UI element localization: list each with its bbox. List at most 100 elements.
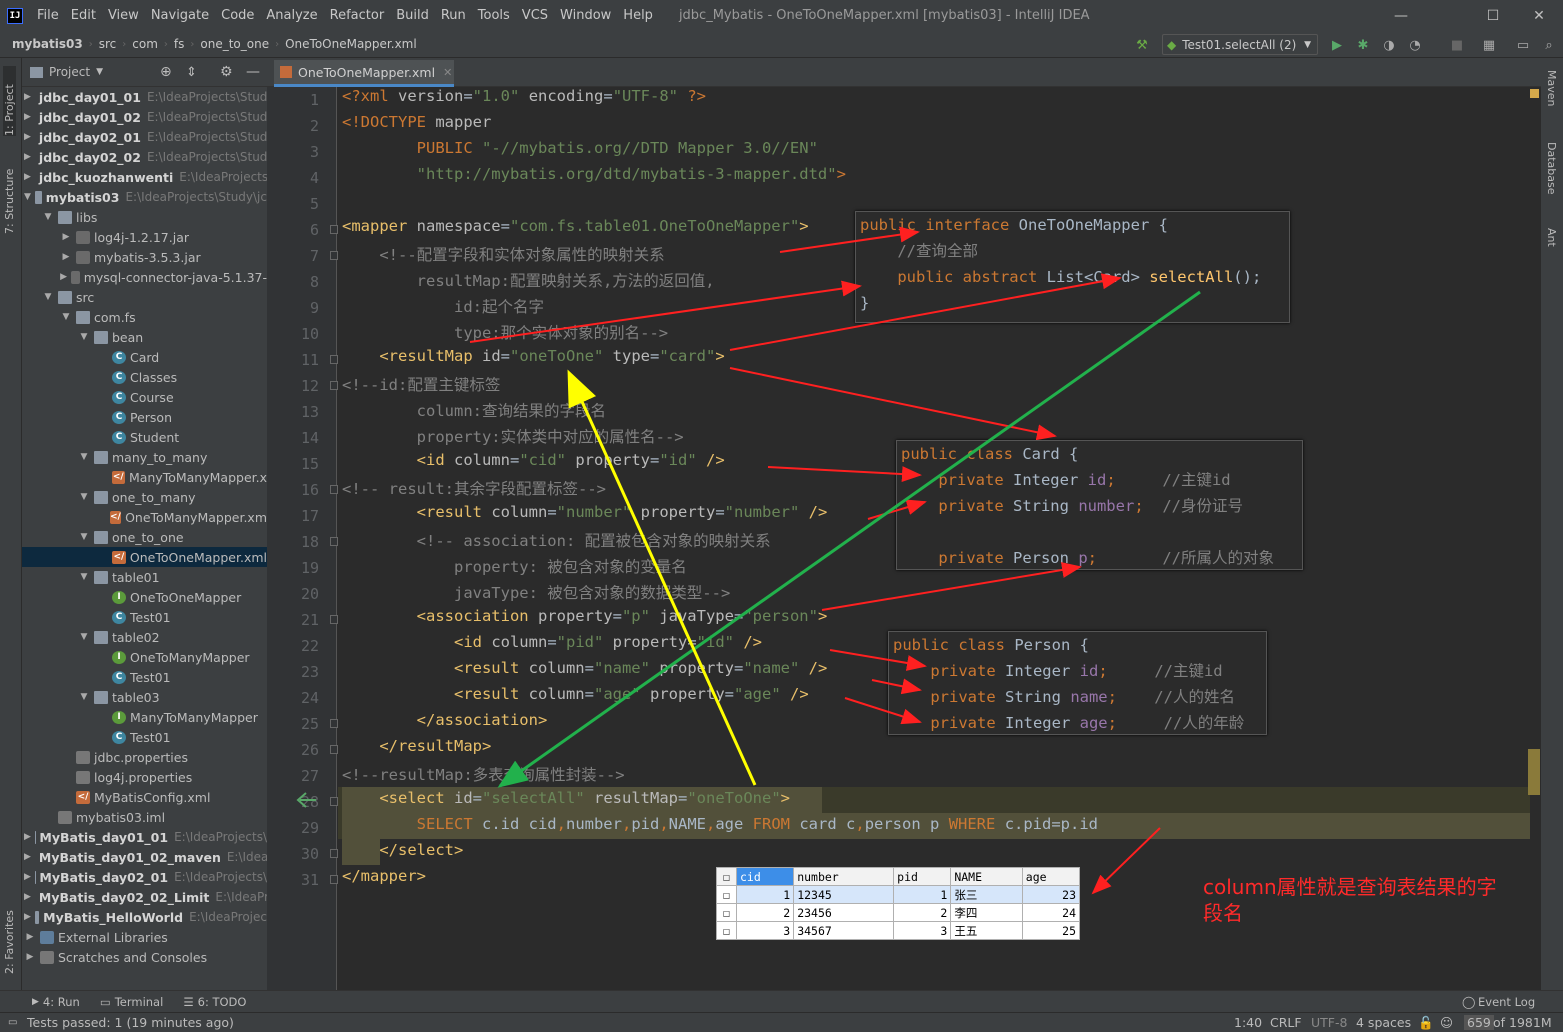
- code-line[interactable]: <?xml version="1.0" encoding="UTF-8" ?>: [342, 87, 706, 113]
- tree-item[interactable]: ▼ mybatis03 E:\IdeaProjects\Study\jc: [22, 187, 267, 207]
- column-header[interactable]: pid: [893, 867, 952, 886]
- code-line[interactable]: property:实体类中对应的属性名-->: [342, 425, 684, 451]
- collapsed-arrow-icon[interactable]: ▶: [24, 952, 36, 962]
- fold-marker-icon[interactable]: [330, 849, 338, 858]
- tree-item[interactable]: I OneToManyMapper: [22, 647, 267, 667]
- fold-marker-icon[interactable]: [330, 251, 338, 260]
- expanded-arrow-icon[interactable]: ▼: [78, 632, 90, 642]
- code-line[interactable]: <id column="pid" property="id" />: [342, 633, 762, 659]
- gear-icon[interactable]: ⚙: [220, 64, 233, 80]
- tool-tab-maven[interactable]: Maven: [1545, 70, 1558, 106]
- tree-item[interactable]: C Test01: [22, 607, 267, 627]
- minimize-icon[interactable]: —: [1378, 0, 1424, 31]
- tree-item[interactable]: C Test01: [22, 667, 267, 687]
- tool-tab-structure[interactable]: 7: Structure: [3, 154, 16, 234]
- menu-item-refactor[interactable]: Refactor: [324, 8, 391, 23]
- profile-icon[interactable]: ◔: [1406, 36, 1424, 54]
- expanded-arrow-icon[interactable]: ▼: [60, 312, 72, 322]
- tree-item[interactable]: C Card: [22, 347, 267, 367]
- menu-item-view[interactable]: View: [102, 8, 145, 23]
- code-line[interactable]: <id column="cid" property="id" />: [342, 451, 725, 477]
- code-line[interactable]: PUBLIC "-//mybatis.org//DTD Mapper 3.0//…: [342, 139, 818, 165]
- fold-marker-icon[interactable]: [330, 745, 338, 754]
- line-separator[interactable]: CRLF: [1270, 1015, 1302, 1030]
- breadcrumb-item[interactable]: one_to_one: [196, 37, 273, 51]
- row-checkbox[interactable]: ☐: [716, 885, 737, 904]
- tool-tab-event-log[interactable]: Event Log: [1478, 995, 1535, 1009]
- hide-panel-icon[interactable]: —: [246, 64, 260, 80]
- code-line[interactable]: javaType: 被包含对象的数据类型-->: [342, 581, 730, 607]
- tree-item[interactable]: ▼ bean: [22, 327, 267, 347]
- column-header[interactable]: cid: [735, 867, 795, 886]
- expanded-arrow-icon[interactable]: ▼: [42, 212, 54, 222]
- tree-item[interactable]: ▶ MyBatis_HelloWorld E:\IdeaProjec: [22, 907, 267, 927]
- tree-item[interactable]: log4j.properties: [22, 767, 267, 787]
- fold-marker-icon[interactable]: [330, 485, 338, 494]
- tree-item[interactable]: ▶ Scratches and Consoles: [22, 947, 267, 967]
- menu-item-analyze[interactable]: Analyze: [260, 8, 323, 23]
- code-line[interactable]: <!--配置字段和实体对象属性的映射关系: [342, 243, 664, 269]
- tree-item[interactable]: ▶ mysql-connector-java-5.1.37-: [22, 267, 267, 287]
- collapsed-arrow-icon[interactable]: ▶: [24, 932, 36, 942]
- code-line[interactable]: <!--id:配置主键标签: [342, 373, 500, 399]
- row-checkbox[interactable]: ☐: [716, 903, 737, 922]
- fold-marker-icon[interactable]: [330, 537, 338, 546]
- collapsed-arrow-icon[interactable]: ▶: [24, 172, 31, 182]
- expanded-arrow-icon[interactable]: ▼: [78, 692, 90, 702]
- fold-marker-icon[interactable]: [330, 355, 338, 364]
- code-line[interactable]: </association>: [342, 711, 548, 737]
- select-all-checkbox[interactable]: ☐: [716, 867, 737, 886]
- tree-item[interactable]: ▼ table01: [22, 567, 267, 587]
- menu-item-vcs[interactable]: VCS: [516, 8, 554, 23]
- collapsed-arrow-icon[interactable]: ▶: [24, 92, 31, 102]
- warning-marker-icon[interactable]: [1530, 89, 1539, 98]
- code-line[interactable]: <result column="name" property="name" />: [342, 659, 827, 685]
- tree-item[interactable]: C Student: [22, 427, 267, 447]
- indent-setting[interactable]: 4 spaces: [1356, 1015, 1411, 1030]
- project-panel-title[interactable]: Project: [49, 65, 90, 79]
- code-line[interactable]: <result column="number" property="number…: [342, 503, 828, 529]
- tree-item[interactable]: ▶ MyBatis_day01_01 E:\IdeaProjects\: [22, 827, 267, 847]
- code-line[interactable]: <mapper namespace="com.fs.table01.OneToO…: [342, 217, 809, 243]
- menu-item-navigate[interactable]: Navigate: [145, 8, 215, 23]
- status-message[interactable]: Tests passed: 1 (19 minutes ago): [27, 1015, 234, 1030]
- expanded-arrow-icon[interactable]: ▼: [78, 332, 90, 342]
- collapsed-arrow-icon[interactable]: ▶: [24, 112, 31, 122]
- code-line[interactable]: <resultMap id="oneToOne" type="card">: [342, 347, 724, 373]
- menu-item-file[interactable]: File: [31, 8, 65, 23]
- menu-item-window[interactable]: Window: [554, 8, 617, 23]
- code-line[interactable]: <result column="age" property="age" />: [342, 685, 809, 711]
- tree-item[interactable]: I OneToOneMapper: [22, 587, 267, 607]
- chevron-down-icon[interactable]: ▼: [96, 67, 103, 77]
- tree-item[interactable]: ▼ libs: [22, 207, 267, 227]
- breadcrumb-item[interactable]: mybatis03: [8, 37, 87, 51]
- editor-scrollbar[interactable]: [1528, 87, 1541, 990]
- tree-item[interactable]: ▶ jdbc_day01_02 E:\IdeaProjects\Stud: [22, 107, 267, 127]
- collapsed-arrow-icon[interactable]: ▶: [60, 232, 72, 242]
- menu-item-code[interactable]: Code: [215, 8, 260, 23]
- tree-item[interactable]: ▼ one_to_one: [22, 527, 267, 547]
- code-line[interactable]: column:查询结果的字段名: [342, 399, 606, 425]
- run-config-selector[interactable]: ◆ Test01.selectAll (2) ▼: [1162, 34, 1318, 55]
- tree-item[interactable]: ▼ src: [22, 287, 267, 307]
- tree-item[interactable]: C Course: [22, 387, 267, 407]
- tree-item[interactable]: ▶ jdbc_day01_01 E:\IdeaProjects\Stud: [22, 87, 267, 107]
- column-header[interactable]: age: [1021, 867, 1081, 886]
- breadcrumb-item[interactable]: OneToOneMapper.xml: [281, 37, 421, 51]
- code-line[interactable]: resultMap:配置映射关系,方法的返回值,: [342, 269, 715, 295]
- fold-marker-icon[interactable]: [330, 225, 338, 234]
- fold-marker-icon[interactable]: [330, 615, 338, 624]
- tree-item[interactable]: ▶ MyBatis_day02_02_Limit E:\IdeaPr: [22, 887, 267, 907]
- tool-tab-todo[interactable]: 6: TODO: [198, 995, 247, 1009]
- code-line[interactable]: SELECT c.id cid,number,pid,NAME,age FROM…: [342, 815, 1098, 841]
- code-line[interactable]: <!-- association: 配置被包含对象的映射关系: [342, 529, 771, 555]
- menu-item-run[interactable]: Run: [435, 8, 472, 23]
- tree-item[interactable]: ▼ table03: [22, 687, 267, 707]
- menu-item-edit[interactable]: Edit: [65, 8, 102, 23]
- inspector-icon[interactable]: ☺: [1440, 1015, 1453, 1030]
- collapsed-arrow-icon[interactable]: ▶: [60, 272, 67, 282]
- tree-item[interactable]: jdbc.properties: [22, 747, 267, 767]
- tree-item[interactable]: ▼ table02: [22, 627, 267, 647]
- collapsed-arrow-icon[interactable]: ▶: [24, 152, 31, 162]
- breadcrumb-item[interactable]: fs: [170, 37, 188, 51]
